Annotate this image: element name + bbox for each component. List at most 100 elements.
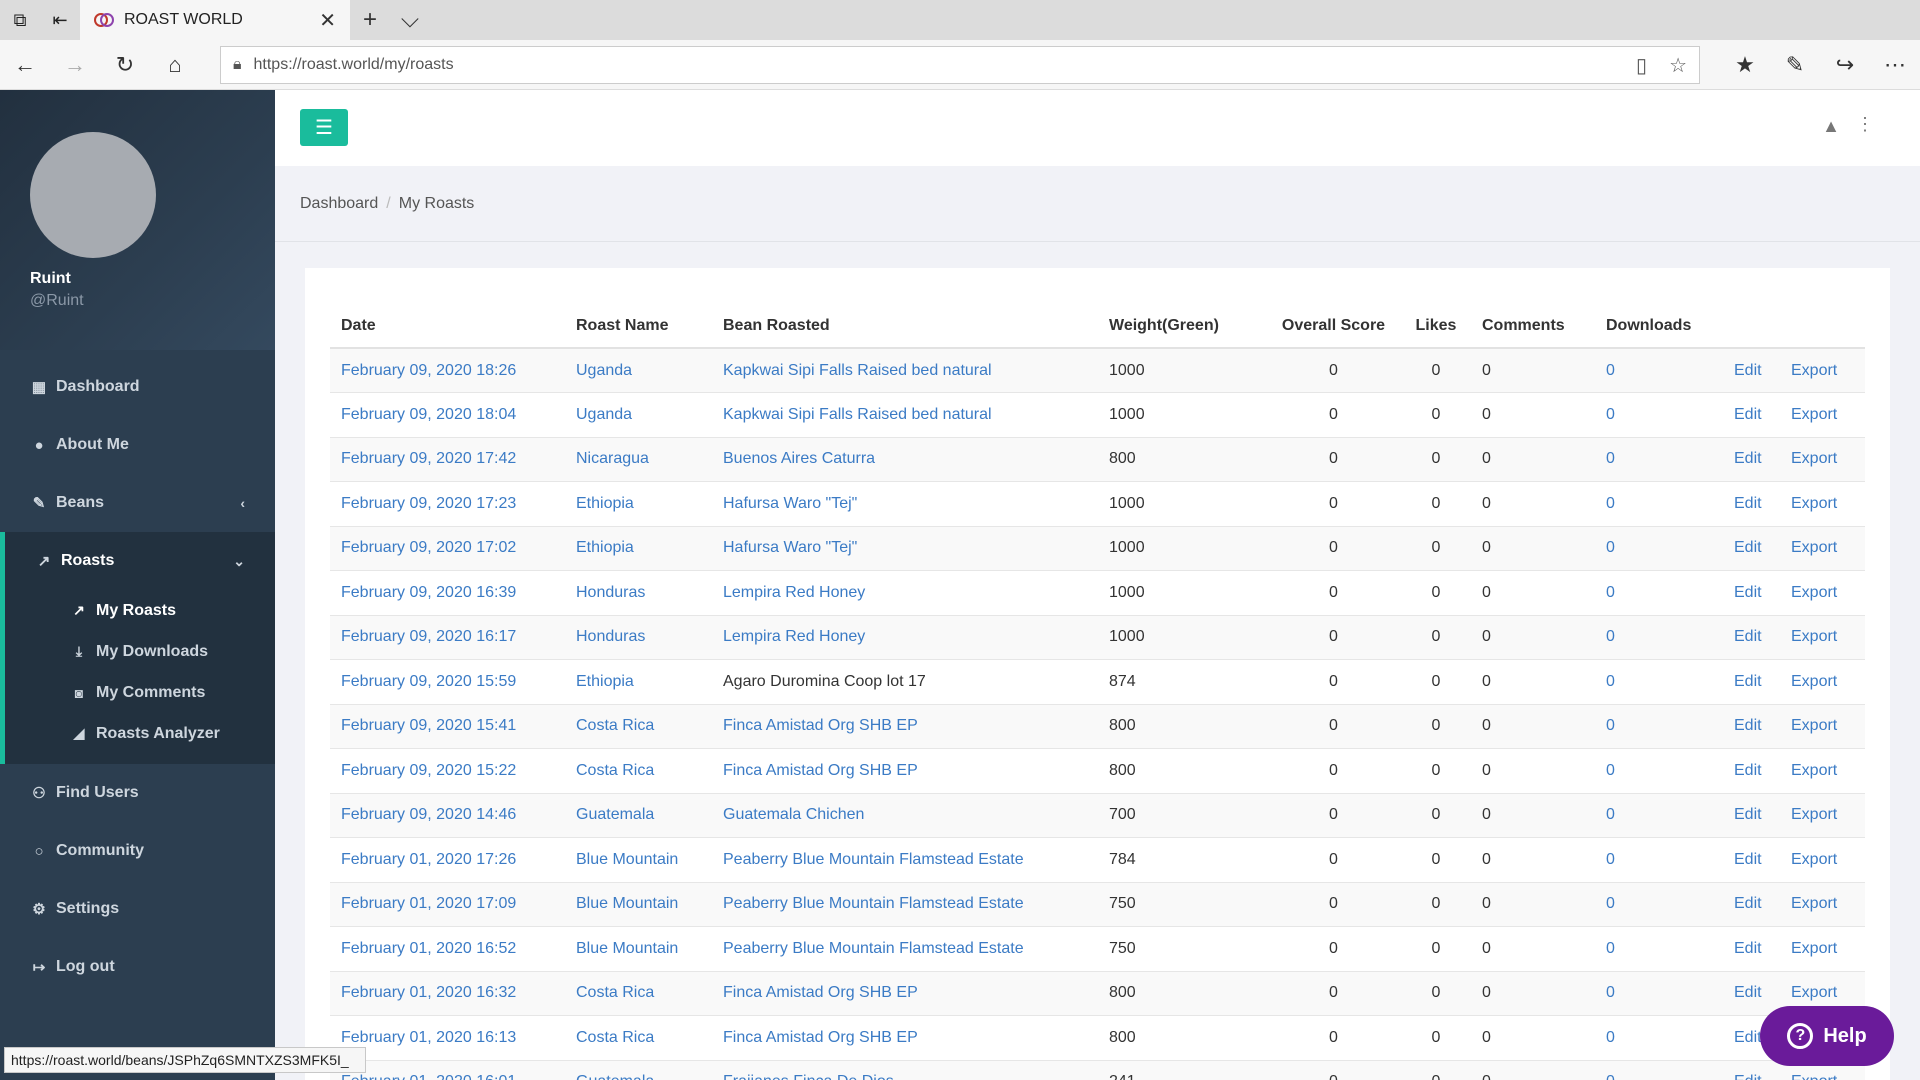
export-link[interactable]: Export [1780,704,1865,749]
column-header-date[interactable]: Date [330,268,565,349]
bean-link[interactable]: Fraijanes Finca De Dios [712,1060,1098,1080]
tab-close-icon[interactable]: ✕ [319,8,336,33]
export-link[interactable]: Export [1780,615,1865,660]
roast-date-link[interactable]: February 01, 2020 17:26 [330,837,565,883]
roast-name-link[interactable]: Uganda [565,392,712,438]
help-button[interactable]: ? Help [1760,1006,1894,1066]
roast-name-link[interactable]: Guatemala [565,1060,712,1080]
edit-link[interactable]: Edit [1723,882,1780,927]
browser-tab[interactable]: ROAST WORLD ✕ [80,0,350,40]
downloads-link[interactable]: 0 [1595,615,1723,660]
sidebar-item-dashboard[interactable]: ▦ Dashboard [0,358,275,416]
roast-date-link[interactable]: February 09, 2020 18:26 [330,348,565,393]
edit-link[interactable]: Edit [1723,926,1780,972]
edit-link[interactable]: Edit [1723,837,1780,883]
edit-link[interactable]: Edit [1723,615,1780,660]
downloads-link[interactable]: 0 [1595,570,1723,616]
sidebar-item-log-out[interactable]: ↦ Log out [0,938,275,996]
sidebar-subitem-my-downloads[interactable]: ⤓ My Downloads [5,631,275,672]
downloads-link[interactable]: 0 [1595,437,1723,482]
downloads-link[interactable]: 0 [1595,926,1723,972]
roast-date-link[interactable]: February 01, 2020 17:09 [330,882,565,927]
sidebar-item-community[interactable]: ○ Community [0,822,275,880]
favorites-icon[interactable]: ★ [1720,40,1770,90]
avatar[interactable] [30,132,156,258]
edit-link[interactable]: Edit [1723,748,1780,794]
sidebar-toggle-button[interactable]: ☰ [300,109,348,146]
downloads-link[interactable]: 0 [1595,837,1723,883]
sidebar-item-find-users[interactable]: ⚇ Find Users [0,764,275,822]
edit-link[interactable]: Edit [1723,1060,1780,1080]
column-header-downloads[interactable]: Downloads [1595,268,1723,349]
export-link[interactable]: Export [1780,748,1865,794]
bean-link[interactable]: Buenos Aires Caturra [712,437,1098,482]
roast-date-link[interactable]: February 01, 2020 16:52 [330,926,565,972]
roast-date-link[interactable]: February 09, 2020 15:59 [330,659,565,705]
export-link[interactable]: Export [1780,526,1865,571]
roast-date-link[interactable]: February 09, 2020 16:17 [330,615,565,660]
sidebar-item-settings[interactable]: ⚙ Settings [0,880,275,938]
share-icon[interactable]: ↪ [1820,40,1870,90]
roast-date-link[interactable]: February 09, 2020 17:02 [330,526,565,571]
new-tab-icon[interactable]: + [350,0,390,40]
export-link[interactable]: Export [1780,659,1865,705]
roast-name-link[interactable]: Honduras [565,570,712,616]
favorite-star-icon[interactable]: ☆ [1669,53,1687,78]
edit-link[interactable]: Edit [1723,348,1780,393]
tab-list-chevron-down-icon[interactable]: ⌵ [390,0,430,40]
bean-link[interactable]: Finca Amistad Org SHB EP [712,748,1098,794]
bean-link[interactable]: Hafursa Waro "Tej" [712,481,1098,527]
downloads-link[interactable]: 0 [1595,348,1723,393]
roast-name-link[interactable]: Blue Mountain [565,882,712,927]
roast-name-link[interactable]: Nicaragua [565,437,712,482]
roast-name-link[interactable]: Costa Rica [565,971,712,1016]
bean-link[interactable]: Lempira Red Honey [712,615,1098,660]
sidebar-subitem-roasts-analyzer[interactable]: ◢ Roasts Analyzer [5,713,275,754]
column-header-likes[interactable]: Likes [1401,268,1471,349]
downloads-link[interactable]: 0 [1595,793,1723,838]
export-link[interactable]: Export [1780,392,1865,438]
breadcrumb-home[interactable]: Dashboard [300,195,378,213]
roast-name-link[interactable]: Blue Mountain [565,837,712,883]
back-arrow-icon[interactable]: ← [0,40,50,90]
export-link[interactable]: Export [1780,481,1865,527]
roast-date-link[interactable]: February 09, 2020 17:42 [330,437,565,482]
roast-date-link[interactable]: February 01, 2020 16:32 [330,971,565,1016]
roast-date-link[interactable]: February 09, 2020 14:46 [330,793,565,838]
roast-date-link[interactable]: February 09, 2020 15:22 [330,748,565,794]
bean-link[interactable]: Peaberry Blue Mountain Flamstead Estate [712,926,1098,972]
column-header-overall-score[interactable]: Overall Score [1266,268,1401,349]
tab-actions-icon[interactable]: ⧉ [0,0,40,40]
column-header-comments[interactable]: Comments [1471,268,1595,349]
bean-link[interactable]: Finca Amistad Org SHB EP [712,971,1098,1016]
bean-link[interactable]: Peaberry Blue Mountain Flamstead Estate [712,837,1098,883]
roast-date-link[interactable]: February 09, 2020 18:04 [330,392,565,438]
set-aside-tabs-icon[interactable]: ⇤ [40,0,80,40]
roast-name-link[interactable]: Ethiopia [565,526,712,571]
downloads-link[interactable]: 0 [1595,481,1723,527]
roast-name-link[interactable]: Ethiopia [565,659,712,705]
edit-link[interactable]: Edit [1723,392,1780,438]
downloads-link[interactable]: 0 [1595,1060,1723,1080]
sidebar-subitem-my-roasts[interactable]: ↗ My Roasts [5,590,275,631]
export-link[interactable]: Export [1780,793,1865,838]
edit-link[interactable]: Edit [1723,659,1780,705]
edit-link[interactable]: Edit [1723,570,1780,616]
export-link[interactable]: Export [1780,837,1865,883]
roast-name-link[interactable]: Uganda [565,348,712,393]
column-header-bean-roasted[interactable]: Bean Roasted [712,268,1098,349]
bean-link[interactable]: Kapkwai Sipi Falls Raised bed natural [712,348,1098,393]
export-link[interactable]: Export [1780,437,1865,482]
edit-link[interactable]: Edit [1723,526,1780,571]
sidebar-item-roasts[interactable]: ↗ Roasts ⌄ [5,532,275,590]
roast-name-link[interactable]: Costa Rica [565,704,712,749]
bean-link[interactable]: Lempira Red Honey [712,570,1098,616]
downloads-link[interactable]: 0 [1595,392,1723,438]
bean-link[interactable]: Peaberry Blue Mountain Flamstead Estate [712,882,1098,927]
downloads-link[interactable]: 0 [1595,971,1723,1016]
export-link[interactable]: Export [1780,926,1865,972]
bell-icon[interactable]: ▲ [1822,116,1840,137]
edit-link[interactable]: Edit [1723,481,1780,527]
edit-link[interactable]: Edit [1723,437,1780,482]
column-header-weight[interactable]: Weight(Green) [1098,268,1266,349]
